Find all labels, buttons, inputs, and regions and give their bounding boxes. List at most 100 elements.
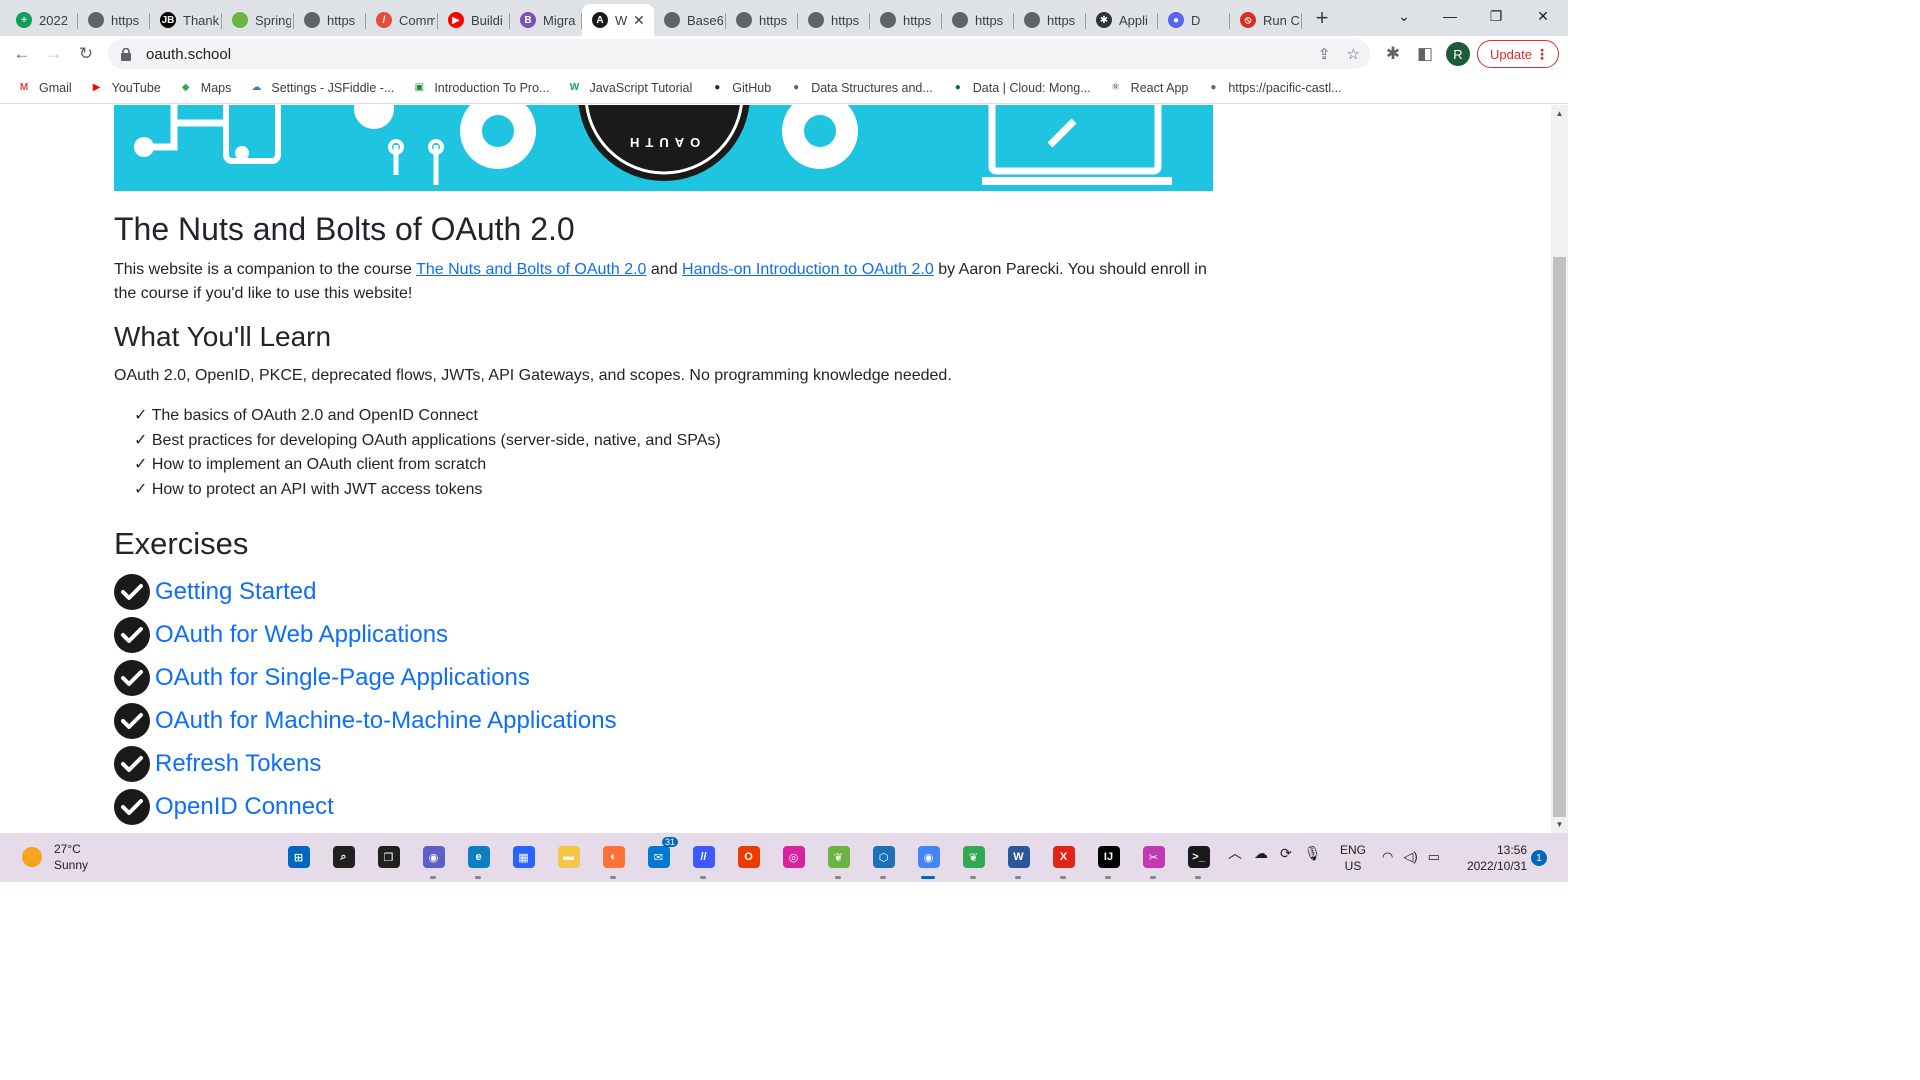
taskbar-app[interactable]: ◉ [411, 841, 456, 879]
onedrive-icon[interactable]: ☁ [1254, 845, 1268, 862]
bookmark-item[interactable]: M Gmail [16, 80, 72, 96]
notification-badge[interactable]: 1 [1531, 850, 1547, 866]
browser-tab[interactable]: Spring [222, 4, 294, 36]
taskbar-app[interactable]: O [726, 841, 771, 873]
profile-avatar[interactable]: R [1446, 42, 1470, 66]
language-indicator[interactable]: ENG US [1340, 842, 1366, 874]
back-icon[interactable]: ← [6, 38, 38, 70]
tab-search-icon[interactable]: ⌄ [1381, 0, 1427, 32]
firefox-icon: ◐ [602, 846, 625, 868]
browser-tab[interactable]: https [798, 4, 870, 36]
taskbar-app[interactable]: ▬ [546, 841, 591, 873]
clock[interactable]: 13:56 2022/10/31 [1463, 842, 1527, 874]
browser-tab[interactable]: https [78, 4, 150, 36]
bookmark-item[interactable]: ☁ Settings - JSFiddle -... [248, 80, 394, 96]
browser-tab[interactable]: A W ✕ [582, 4, 654, 36]
taskbar-app[interactable]: ❦ [951, 841, 996, 879]
bookmark-item[interactable]: ◆ Maps [178, 80, 231, 96]
reload-icon[interactable]: ↻ [70, 38, 102, 70]
browser-tab[interactable]: ⦸ Run C [1230, 4, 1302, 36]
volume-icon[interactable]: ◁) [1403, 849, 1417, 865]
exercise-link[interactable]: OAuth for Single-Page Applications [155, 664, 530, 692]
new-tab-button[interactable]: + [1308, 2, 1336, 34]
side-panel-icon[interactable]: ◧ [1409, 38, 1441, 70]
sync-icon[interactable]: ⟳ [1280, 845, 1292, 862]
taskbar-app[interactable]: ◐ [591, 841, 636, 879]
bookmark-item[interactable]: ⚛ React App [1108, 80, 1188, 96]
taskbar-app[interactable]: ❦ [816, 841, 861, 879]
taskbar-app[interactable]: ❐ [366, 841, 411, 873]
course-link-nuts-bolts[interactable]: The Nuts and Bolts of OAuth 2.0 [416, 261, 646, 278]
bookmark-item[interactable]: ● Data Structures and... [788, 80, 933, 96]
maximize-button[interactable]: ❐ [1473, 0, 1519, 32]
page-scrollbar[interactable]: ▲ ▼ [1551, 105, 1568, 833]
bookmark-item[interactable]: W JavaScript Tutorial [566, 80, 693, 96]
bookmark-item[interactable]: ● https://pacific-castl... [1205, 80, 1341, 96]
taskbar-app[interactable]: ⊞ [276, 841, 321, 873]
browser-tab[interactable]: / Comm [366, 4, 438, 36]
bookmark-label: Data Structures and... [811, 80, 933, 95]
address-bar[interactable]: oauth.school ⇪ ☆ [108, 39, 1370, 69]
taskbar-app[interactable]: ✂ [1131, 841, 1176, 879]
browser-tab[interactable]: https [942, 4, 1014, 36]
browser-tab[interactable]: B Migra [510, 4, 582, 36]
update-button[interactable]: Update ⋮ [1477, 40, 1559, 68]
exercise-item: OAuth for Web Applications [114, 613, 1214, 656]
scroll-up-arrow-icon[interactable]: ▲ [1551, 105, 1568, 122]
bookmark-star-icon[interactable]: ☆ [1347, 45, 1360, 63]
taskbar-app[interactable]: ⌕ [321, 841, 366, 873]
bookmark-item[interactable]: ● GitHub [709, 80, 771, 96]
taskbar-app[interactable]: X [1041, 841, 1086, 879]
tab-label: Migra [543, 12, 576, 28]
taskbar-app[interactable]: e [456, 841, 501, 879]
tab-label: W [615, 12, 628, 28]
exercises-heading: Exercises [114, 526, 249, 561]
taskbar-app[interactable]: ⬡ [861, 841, 906, 879]
browser-tab[interactable]: +2022 [6, 4, 78, 36]
share-icon[interactable]: ⇪ [1318, 45, 1331, 63]
globe-icon [1024, 12, 1040, 28]
course-link-hands-on[interactable]: Hands-on Introduction to OAuth 2.0 [682, 261, 934, 278]
close-tab-icon[interactable]: ✕ [633, 12, 645, 29]
microphone-icon[interactable]: 🎙︎ [1304, 845, 1322, 862]
bookmark-item[interactable]: ▶ YouTube [89, 80, 161, 96]
browser-tab[interactable]: ● D [1158, 4, 1230, 36]
bookmark-item[interactable]: ▣ Introduction To Pro... [411, 80, 550, 96]
minimize-button[interactable]: — [1427, 0, 1473, 32]
exercise-link[interactable]: Getting Started [155, 578, 316, 606]
bookmark-item[interactable]: ● Data | Cloud: Mong... [950, 80, 1091, 96]
forward-icon[interactable]: → [38, 38, 70, 70]
taskbar-app[interactable]: ◉ [906, 841, 951, 879]
browser-tab[interactable]: https [1014, 4, 1086, 36]
taskbar-app[interactable]: // [681, 841, 726, 879]
taskbar-app[interactable]: ▦ [501, 841, 546, 873]
taskbar-app[interactable]: >_ [1176, 841, 1221, 879]
intellij-icon: IJ [1097, 846, 1120, 868]
exercise-link[interactable]: OpenID Connect [155, 793, 334, 821]
weather-widget[interactable]: 27°C Sunny [22, 841, 88, 873]
browser-tab[interactable]: ▶ Buildi [438, 4, 510, 36]
browser-tab[interactable]: https [726, 4, 798, 36]
browser-tab[interactable]: https [294, 4, 366, 36]
close-window-button[interactable]: ✕ [1520, 0, 1566, 32]
taskbar-app[interactable]: ◎ [771, 841, 816, 873]
browser-tab[interactable]: ✱ Appli [1086, 4, 1158, 36]
extensions-icon[interactable]: ✱ [1377, 38, 1409, 70]
browser-tab[interactable]: Base6 [654, 4, 726, 36]
battery-icon[interactable]: ▭ [1428, 849, 1440, 865]
tab-label: Spring [255, 12, 291, 28]
wifi-icon[interactable]: ◠ [1382, 849, 1393, 865]
exercise-link[interactable]: OAuth for Machine-to-Machine Application… [155, 707, 617, 735]
taskbar-app[interactable]: W [996, 841, 1041, 879]
exercise-link[interactable]: OAuth for Web Applications [155, 621, 448, 649]
browser-tab[interactable]: https [870, 4, 942, 36]
taskbar-app[interactable]: IJ [1086, 841, 1131, 879]
browser-tab[interactable]: JB Thank [150, 4, 222, 36]
running-indicator [1150, 876, 1156, 879]
scrollbar-thumb[interactable] [1553, 257, 1566, 817]
scroll-down-arrow-icon[interactable]: ▼ [1551, 816, 1568, 833]
tray-chevron-icon[interactable]: ︿ [1228, 843, 1242, 863]
taskbar-app[interactable]: ✉ 31 [636, 837, 681, 873]
page-title: The Nuts and Bolts of OAuth 2.0 [114, 211, 575, 247]
exercise-link[interactable]: Refresh Tokens [155, 750, 321, 778]
